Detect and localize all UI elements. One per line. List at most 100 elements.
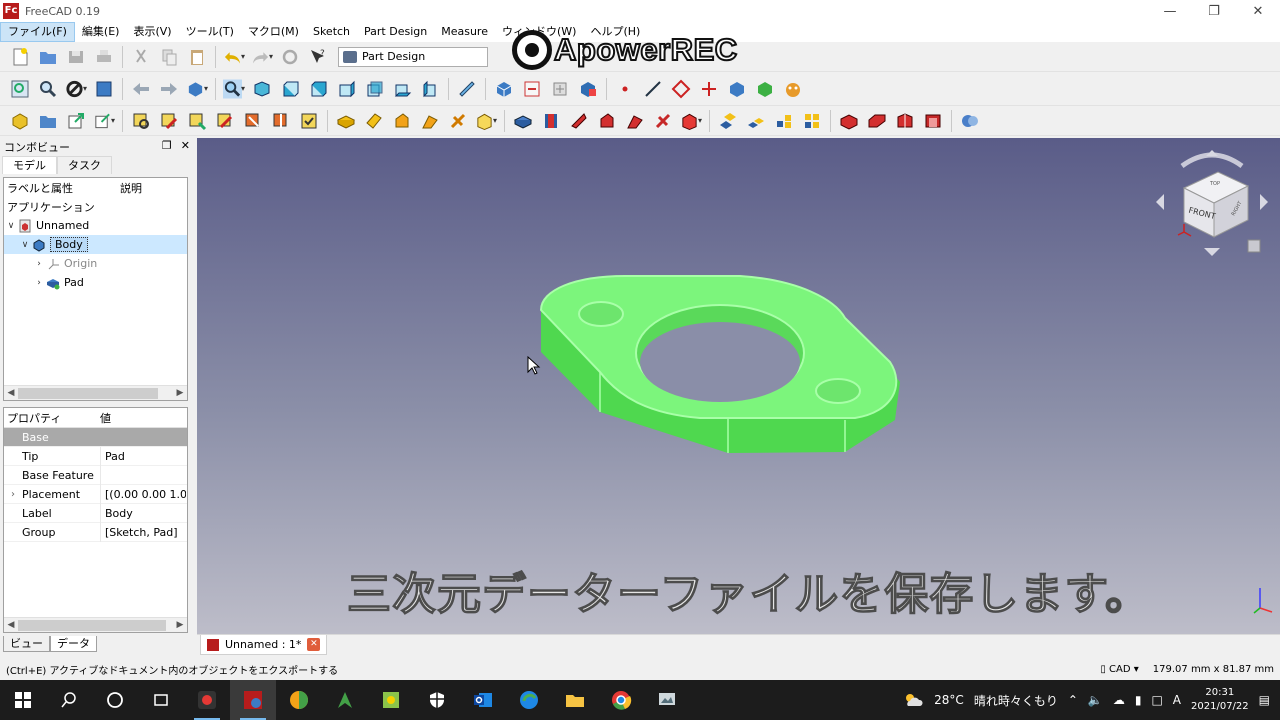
taskbar-app-5[interactable] <box>368 680 414 720</box>
create-body-icon[interactable] <box>9 110 31 132</box>
create-group-icon[interactable] <box>521 78 543 100</box>
property-value[interactable] <box>100 465 186 485</box>
polar-pattern-icon[interactable] <box>773 110 795 132</box>
fillet-icon[interactable] <box>838 110 860 132</box>
tree-item-unnamed[interactable]: ∨ Unnamed <box>4 216 187 235</box>
multitransform-icon[interactable] <box>801 110 823 132</box>
thickness-icon[interactable] <box>922 110 944 132</box>
boolean-icon[interactable] <box>959 110 981 132</box>
menu-measure[interactable]: Measure <box>434 22 495 42</box>
zoom-icon[interactable] <box>223 78 245 100</box>
volume-icon[interactable]: 🔈 <box>1088 693 1103 707</box>
taskbar-edge[interactable] <box>506 680 552 720</box>
sketch-plane-icon[interactable] <box>670 78 692 100</box>
additive-loft-icon[interactable] <box>391 110 413 132</box>
property-row[interactable]: Group [Sketch, Pad] <box>4 522 187 542</box>
additive-primitive-icon[interactable] <box>475 110 497 132</box>
tree-item-pad[interactable]: › Pad <box>4 273 187 292</box>
additive-helix-icon[interactable] <box>447 110 469 132</box>
tree-header-labels[interactable]: ラベルと属性 <box>4 180 120 196</box>
shape-binder-icon[interactable] <box>726 78 748 100</box>
edit-sketch-icon[interactable] <box>158 110 180 132</box>
float-panel-icon[interactable]: ❐ <box>162 139 172 152</box>
navigation-style-selector[interactable]: ▯ CAD ▾ <box>1100 664 1138 675</box>
undo-icon[interactable] <box>223 46 245 68</box>
close-button[interactable]: ✕ <box>1236 0 1280 22</box>
pocket-icon[interactable] <box>512 110 534 132</box>
property-value[interactable]: Pad <box>100 446 186 466</box>
minimize-button[interactable]: — <box>1148 0 1192 22</box>
navcube-top-label[interactable]: TOP <box>1209 181 1220 187</box>
forward-arrow-icon[interactable] <box>158 78 180 100</box>
property-header-value[interactable]: 値 <box>100 410 111 426</box>
view-rear-icon[interactable] <box>363 78 385 100</box>
reorient-sketch-icon[interactable] <box>214 110 236 132</box>
property-value[interactable]: Body <box>100 503 186 523</box>
export-icon[interactable] <box>65 110 87 132</box>
scroll-right-icon[interactable]: ▶ <box>173 388 187 398</box>
tree-header-description[interactable]: 説明 <box>120 180 142 196</box>
view-isometric-icon[interactable] <box>251 78 273 100</box>
refresh-icon[interactable] <box>279 46 301 68</box>
validate-sketch-icon[interactable] <box>130 110 152 132</box>
battery-icon[interactable]: ▮ <box>1135 693 1142 707</box>
hole-icon[interactable] <box>540 110 562 132</box>
task-view-button[interactable] <box>138 680 184 720</box>
sketch-check-icon[interactable] <box>298 110 320 132</box>
taskbar-app-last[interactable] <box>644 680 690 720</box>
weather-description[interactable]: 晴れ時々くもり <box>974 692 1058 709</box>
notification-icon[interactable]: ▤ <box>1259 693 1270 707</box>
save-icon[interactable] <box>65 46 87 68</box>
link-icon[interactable] <box>549 78 571 100</box>
view-front-icon[interactable] <box>279 78 301 100</box>
navigation-cube[interactable]: FRONT TOP RIGHT <box>1154 144 1270 260</box>
tray-chevron-up-icon[interactable]: ⌃ <box>1068 693 1078 707</box>
property-row[interactable]: Tip Pad <box>4 446 187 466</box>
subtractive-primitive-icon[interactable] <box>680 110 702 132</box>
view-top-icon[interactable] <box>307 78 329 100</box>
close-panel-icon[interactable]: ✕ <box>181 139 190 152</box>
taskbar-outlook[interactable] <box>460 680 506 720</box>
measure-distance-icon[interactable] <box>456 78 478 100</box>
taskbar-freecad[interactable] <box>230 680 276 720</box>
subshape-binder-icon[interactable] <box>754 78 776 100</box>
fit-selection-icon[interactable] <box>37 78 59 100</box>
search-button[interactable] <box>46 680 92 720</box>
taskbar-app-3[interactable] <box>276 680 322 720</box>
groove-icon[interactable] <box>568 110 590 132</box>
weather-temperature[interactable]: 28°C <box>934 693 964 707</box>
property-header-name[interactable]: プロパティ <box>4 410 100 426</box>
create-part-icon[interactable] <box>493 78 515 100</box>
cortana-button[interactable] <box>92 680 138 720</box>
scrollbar-thumb[interactable] <box>18 387 158 399</box>
mirror-sketch-icon[interactable] <box>270 110 292 132</box>
merge-sketch-icon[interactable] <box>242 110 264 132</box>
chevron-right-icon[interactable]: › <box>32 259 46 269</box>
ime-indicator[interactable]: A <box>1173 693 1181 707</box>
subtractive-helix-icon[interactable] <box>652 110 674 132</box>
weather-cloud-sun-icon[interactable] <box>902 692 924 708</box>
chamfer-icon[interactable] <box>866 110 888 132</box>
new-document-icon[interactable] <box>9 46 31 68</box>
fit-all-icon[interactable] <box>9 78 31 100</box>
network-icon[interactable]: □ <box>1151 693 1162 707</box>
scrollbar-thumb[interactable] <box>18 619 166 631</box>
workbench-selector[interactable]: Part Design <box>338 46 488 67</box>
view-left-icon[interactable] <box>419 78 441 100</box>
taskbar-explorer[interactable] <box>552 680 598 720</box>
tab-view-properties[interactable]: ビュー <box>3 636 50 652</box>
map-sketch-icon[interactable] <box>186 110 208 132</box>
taskbar-app-4[interactable] <box>322 680 368 720</box>
view-bottom-icon[interactable] <box>391 78 413 100</box>
restore-button[interactable]: ❐ <box>1192 0 1236 22</box>
start-button[interactable] <box>0 680 46 720</box>
copy-icon[interactable] <box>158 46 180 68</box>
draw-style-icon[interactable] <box>65 78 87 100</box>
open-folder-icon[interactable] <box>37 46 59 68</box>
tab-tasks[interactable]: タスク <box>57 156 112 174</box>
menu-view[interactable]: 表示(V) <box>126 22 178 42</box>
sketch-line-icon[interactable] <box>642 78 664 100</box>
tree-horizontal-scrollbar[interactable]: ◀ ▶ <box>4 385 187 400</box>
menu-edit[interactable]: 編集(E) <box>75 22 127 42</box>
property-row[interactable]: Label Body <box>4 503 187 523</box>
